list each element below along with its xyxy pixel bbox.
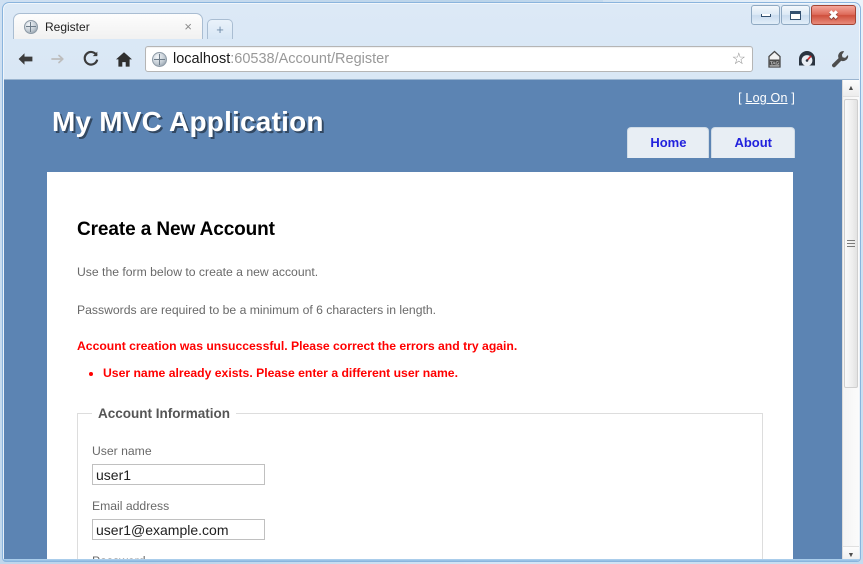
tag-icon[interactable]: TAG — [762, 47, 786, 71]
nav-item-home[interactable]: Home — [627, 127, 710, 158]
scrollbar-grip-icon — [847, 240, 855, 247]
url-text: localhost:60538/Account/Register — [173, 51, 726, 67]
home-icon — [116, 51, 132, 67]
browser-window: Register × + ✖ localhost:60538/Account/R… — [2, 2, 861, 562]
forward-arrow-icon — [50, 54, 64, 64]
wrench-icon[interactable] — [828, 47, 852, 71]
scrollbar-thumb[interactable] — [844, 99, 858, 388]
speed-dial-icon[interactable] — [795, 47, 819, 71]
page-viewport: [ Log On ] My MVC Application Home About… — [4, 79, 859, 561]
validation-summary: Account creation was unsuccessful. Pleas… — [77, 339, 763, 380]
logon-area: [ Log On ] — [738, 91, 795, 105]
validation-summary-message: Account creation was unsuccessful. Pleas… — [77, 339, 518, 353]
email-address-label: Email address — [92, 499, 170, 513]
back-button[interactable] — [13, 47, 37, 71]
url-host: localhost — [173, 51, 231, 67]
svg-text:TAG: TAG — [769, 60, 779, 65]
browser-toolbar: localhost:60538/Account/Register ☆ TAG — [3, 39, 860, 79]
bookmark-star-icon[interactable]: ☆ — [732, 49, 748, 69]
back-arrow-icon — [18, 53, 32, 65]
close-window-button[interactable]: ✖ — [811, 5, 856, 25]
password-rule-text: Passwords are required to be a minimum o… — [77, 303, 437, 317]
page-title: Create a New Account — [77, 219, 275, 240]
minimize-icon — [760, 13, 771, 17]
window-controls: ✖ — [751, 5, 856, 25]
address-bar[interactable]: localhost:60538/Account/Register ☆ — [145, 46, 753, 72]
site-title: My MVC Application — [52, 106, 324, 137]
url-path: :60538/Account/Register — [230, 51, 390, 67]
page-scrollbar[interactable]: ▲ ▼ — [842, 80, 859, 561]
tab-strip: Register × + — [13, 13, 233, 39]
globe-icon — [152, 51, 167, 67]
home-button[interactable] — [112, 47, 136, 71]
user-name-label: User name — [92, 444, 152, 458]
close-window-icon: ✖ — [828, 8, 839, 22]
reload-button[interactable] — [79, 47, 103, 71]
email-address-input[interactable] — [92, 519, 265, 540]
intro-text: Use the form below to create a new accou… — [77, 265, 319, 279]
validation-error-list: User name already exists. Please enter a… — [77, 366, 763, 380]
account-information-fieldset: Account Information User name Email addr… — [77, 406, 763, 561]
maximize-button[interactable] — [781, 5, 810, 25]
site-header: [ Log On ] My MVC Application Home About — [4, 80, 842, 172]
window-bottom-edge — [3, 559, 860, 561]
forward-button[interactable] — [46, 47, 70, 71]
browser-tab-register[interactable]: Register × — [13, 13, 203, 39]
log-on-link[interactable]: Log On — [745, 91, 787, 105]
logon-bracket-close: ] — [787, 91, 795, 105]
user-name-input[interactable] — [92, 464, 265, 485]
main-navigation: Home About — [627, 127, 795, 158]
tab-title: Register — [45, 19, 90, 34]
minimize-button[interactable] — [751, 5, 780, 25]
reload-icon — [83, 50, 99, 66]
main-content-card: Create a New Account Use the form below … — [47, 172, 793, 561]
browser-titlebar: Register × + ✖ — [3, 3, 860, 39]
fieldset-legend: Account Information — [98, 406, 230, 421]
scroll-up-button[interactable]: ▲ — [843, 80, 859, 97]
close-icon[interactable]: × — [182, 20, 194, 33]
new-tab-button[interactable]: + — [207, 19, 233, 39]
nav-item-about[interactable]: About — [711, 127, 795, 158]
web-page: [ Log On ] My MVC Application Home About… — [4, 80, 842, 561]
validation-error-item: User name already exists. Please enter a… — [103, 366, 763, 380]
restore-icon — [790, 10, 801, 20]
globe-icon — [24, 19, 38, 34]
